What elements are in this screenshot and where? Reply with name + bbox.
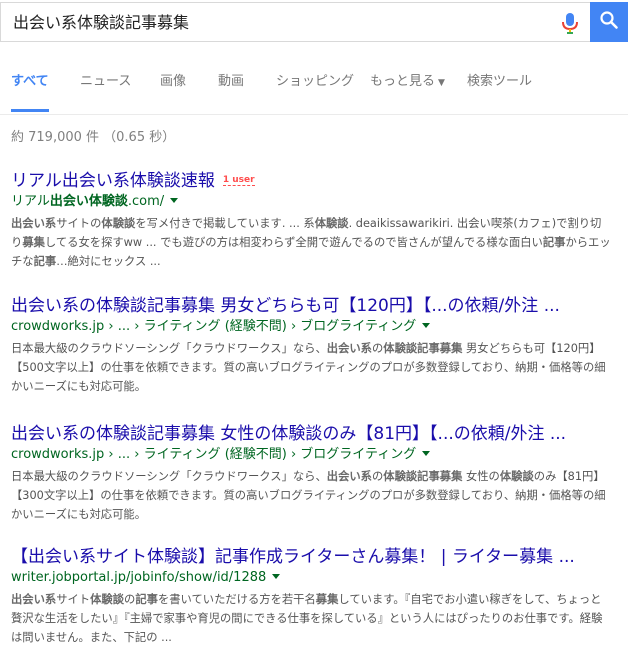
snippet-keyword: 出会い系 bbox=[326, 342, 372, 355]
url-highlight: 出会い体験談 bbox=[49, 194, 128, 209]
snippet-keyword: 出会い系 bbox=[11, 217, 57, 230]
tab-images[interactable]: 画像 bbox=[160, 72, 186, 112]
result-snippet: 出会い系サイトの体験談を写メ付きで掲載しています. ... 系体験談. deai… bbox=[11, 217, 611, 268]
tab-label: 検索ツール bbox=[467, 74, 533, 89]
tab-label: すべて bbox=[11, 74, 49, 89]
result-snippet: 日本最大級のクラウドソーシング「クラウドワークス」なら、出会い系の体験談記事募集… bbox=[11, 342, 606, 393]
snippet-keyword: 体験談記事募集 bbox=[383, 342, 463, 355]
result-url: リアル出会い体験談.com/ bbox=[11, 192, 611, 212]
tab-news[interactable]: ニュース bbox=[80, 72, 131, 112]
snippet-keyword: 出会い系 bbox=[326, 470, 372, 483]
caret-down-icon: ▼ bbox=[438, 78, 445, 88]
result-url: writer.jobportal.jp/jobinfo/show/id/1288 bbox=[11, 568, 611, 588]
tab-all[interactable]: すべて bbox=[11, 72, 49, 112]
result-url-text: crowdworks.jp › ... › ライティング (経験不問) › ブロ… bbox=[11, 447, 417, 462]
result-snippet: 出会い系サイト体験談の記事を書いていただける方を若干名募集しています。『自宅でお… bbox=[11, 593, 603, 644]
search-result: 出会い系の体験談記事募集 女性の体験談のみ【81円】【...の依頼/外注 ...… bbox=[11, 423, 611, 524]
bookmark-user-badge[interactable]: 1 user bbox=[222, 175, 255, 186]
tab-label: ショッピング bbox=[276, 74, 355, 89]
tab-shopping[interactable]: ショッピング bbox=[276, 72, 354, 112]
result-url-text: writer.jobportal.jp/jobinfo/show/id/1288 bbox=[11, 570, 267, 585]
result-url: crowdworks.jp › ... › ライティング (経験不問) › ブロ… bbox=[11, 317, 611, 337]
url-dropdown-icon[interactable] bbox=[422, 323, 431, 328]
snippet-keyword: 体験談 bbox=[90, 593, 125, 606]
search-button[interactable] bbox=[590, 2, 628, 42]
result-url-text: リアル出会い体験談.com/ bbox=[11, 194, 165, 209]
search-input[interactable] bbox=[11, 3, 545, 43]
search-result: リアル出会い系体験談速報 1 user リアル出会い体験談.com/ 出会い系サイ… bbox=[11, 170, 611, 271]
snippet-keyword: 募集 bbox=[315, 593, 339, 606]
result-title-link[interactable]: 出会い系の体験談記事募集 男女どちらも可【120円】【...の依頼/外注 ... bbox=[11, 295, 611, 317]
result-stats: 約 719,000 件 （0.65 秒） bbox=[11, 130, 176, 145]
search-result: 【出会い系サイト体験談】記事作成ライターさん募集！ | ライター募集 ... w… bbox=[11, 546, 611, 647]
microphone-icon[interactable] bbox=[559, 12, 581, 36]
result-title-link[interactable]: リアル出会い系体験談速報 bbox=[11, 171, 215, 191]
result-snippet: 日本最大級のクラウドソーシング「クラウドワークス」なら、出会い系の体験談記事募集… bbox=[11, 470, 606, 521]
snippet-keyword: 記事 bbox=[135, 593, 158, 606]
snippet-keyword: 体験談 bbox=[314, 217, 349, 230]
tab-videos[interactable]: 動画 bbox=[218, 72, 244, 112]
tab-search-tools[interactable]: 検索ツール bbox=[467, 72, 532, 112]
tab-more[interactable]: もっと見る ▼ bbox=[370, 72, 445, 112]
snippet-keyword: 記事 bbox=[33, 255, 57, 268]
tab-label: 動画 bbox=[218, 74, 245, 89]
snippet-keyword: 体験談 bbox=[499, 470, 534, 483]
result-title-link[interactable]: 【出会い系サイト体験談】記事作成ライターさん募集！ | ライター募集 ... bbox=[11, 546, 611, 568]
search-result: 出会い系の体験談記事募集 男女どちらも可【120円】【...の依頼/外注 ...… bbox=[11, 295, 611, 396]
tab-label: もっと見る bbox=[370, 74, 436, 89]
search-icon bbox=[599, 10, 619, 34]
snippet-keyword: 体験談 bbox=[101, 217, 136, 230]
result-url: crowdworks.jp › ... › ライティング (経験不問) › ブロ… bbox=[11, 445, 611, 465]
tab-label: 画像 bbox=[160, 74, 187, 89]
tab-label: ニュース bbox=[80, 74, 132, 89]
snippet-keyword: 体験談記事募集 bbox=[383, 470, 463, 483]
url-dropdown-icon[interactable] bbox=[272, 574, 281, 579]
search-tabs: すべて ニュース 画像 動画 ショッピング もっと見る ▼ 検索ツール bbox=[0, 62, 628, 115]
result-title-link[interactable]: 出会い系の体験談記事募集 女性の体験談のみ【81円】【...の依頼/外注 ... bbox=[11, 423, 611, 445]
search-box[interactable] bbox=[0, 2, 590, 43]
snippet-keyword: 出会い系 bbox=[11, 593, 57, 606]
url-dropdown-icon[interactable] bbox=[422, 451, 431, 456]
search-bar bbox=[0, 0, 628, 46]
snippet-keyword: 記事 bbox=[542, 236, 566, 249]
result-url-text: crowdworks.jp › ... › ライティング (経験不問) › ブロ… bbox=[11, 319, 417, 334]
url-dropdown-icon[interactable] bbox=[170, 198, 179, 203]
snippet-keyword: 募集 bbox=[22, 236, 45, 249]
